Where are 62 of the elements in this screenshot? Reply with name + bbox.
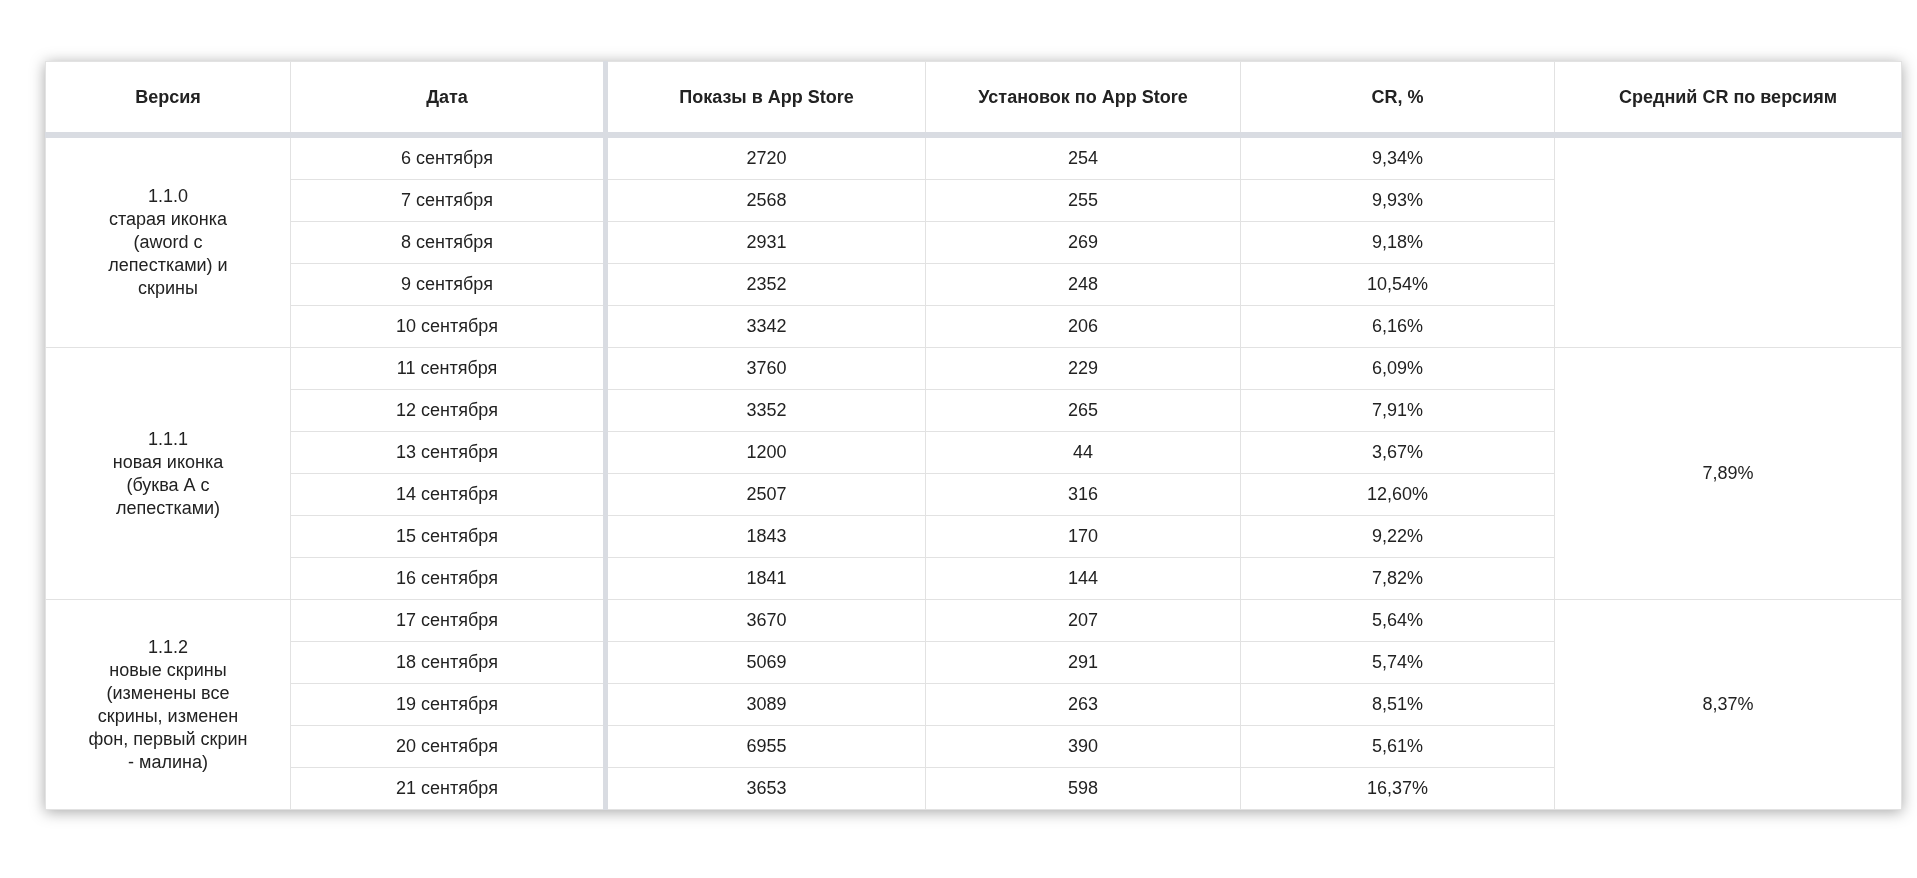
version-cell: 1.1.1 новая иконка (буква А с лепестками): [45, 347, 291, 600]
date-cell: 8 сентября: [290, 221, 606, 264]
table-cell: 1843: [605, 515, 926, 558]
table-cell: 144: [925, 557, 1241, 600]
table-cell: 254: [925, 135, 1241, 180]
average-cell: 8,37%: [1554, 599, 1902, 810]
date-cell: 15 сентября: [290, 515, 606, 558]
date-cell: 11 сентября: [290, 347, 606, 390]
table-cell: 170: [925, 515, 1241, 558]
table-cell: 248: [925, 263, 1241, 306]
table-cell: 9,34%: [1240, 135, 1555, 180]
table-cell: 206: [925, 305, 1241, 348]
date-cell: 7 сентября: [290, 179, 606, 222]
table-cell: 291: [925, 641, 1241, 684]
version-cell: 1.1.2 новые скрины (изменены все скрины, изменен фон, первый скрин - малина): [45, 599, 291, 810]
column-header: Версия: [45, 61, 291, 135]
table-cell: 6955: [605, 725, 926, 768]
table-cell: 207: [925, 599, 1241, 642]
table-cell: 5069: [605, 641, 926, 684]
table-cell: 2720: [605, 135, 926, 180]
table-cell: 269: [925, 221, 1241, 264]
table-cell: 3342: [605, 305, 926, 348]
table-cell: 44: [925, 431, 1241, 474]
date-cell: 19 сентября: [290, 683, 606, 726]
date-cell: 13 сентября: [290, 431, 606, 474]
date-cell: 10 сентября: [290, 305, 606, 348]
date-cell: 20 сентября: [290, 725, 606, 768]
table-cell: 263: [925, 683, 1241, 726]
version-cell: 1.1.0 старая иконка (aword с лепестками) и скрины: [45, 135, 291, 348]
table-cell: 390: [925, 725, 1241, 768]
column-header: CR, %: [1240, 61, 1555, 135]
column-header: Средний CR по версиям: [1554, 61, 1902, 135]
table-cell: 1200: [605, 431, 926, 474]
table-cell: 316: [925, 473, 1241, 516]
date-cell: 12 сентября: [290, 389, 606, 432]
table-cell: 255: [925, 179, 1241, 222]
date-cell: 17 сентября: [290, 599, 606, 642]
table-cell: 2507: [605, 473, 926, 516]
table-cell: 5,64%: [1240, 599, 1555, 642]
table-cell: 3089: [605, 683, 926, 726]
table-cell: 229: [925, 347, 1241, 390]
table-cell: 3653: [605, 767, 926, 810]
table-cell: 3670: [605, 599, 926, 642]
table-cell: 6,09%: [1240, 347, 1555, 390]
table-cell: 598: [925, 767, 1241, 810]
table-cell: 1841: [605, 557, 926, 600]
column-header: Показы в App Store: [605, 61, 926, 135]
column-header: Дата: [290, 61, 606, 135]
date-cell: 14 сентября: [290, 473, 606, 516]
date-cell: 16 сентября: [290, 557, 606, 600]
table-cell: 2352: [605, 263, 926, 306]
table-cell: 2931: [605, 221, 926, 264]
table-cell: 265: [925, 389, 1241, 432]
table-cell: 3352: [605, 389, 926, 432]
date-cell: 18 сентября: [290, 641, 606, 684]
date-cell: 6 сентября: [290, 135, 606, 180]
table-cell: 3760: [605, 347, 926, 390]
average-cell: 7,89%: [1554, 347, 1902, 600]
table-cell: 2568: [605, 179, 926, 222]
date-cell: 9 сентября: [290, 263, 606, 306]
column-header: Установок по App Store: [925, 61, 1241, 135]
date-cell: 21 сентября: [290, 767, 606, 810]
